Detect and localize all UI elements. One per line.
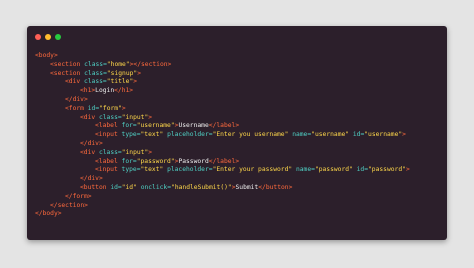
code-token: for= <box>121 122 137 130</box>
code-token: </body> <box>35 210 62 218</box>
code-token: "home" <box>106 60 130 68</box>
code-token: <input <box>95 166 122 174</box>
code-token: name= <box>292 131 312 139</box>
code-token: </label> <box>208 122 240 130</box>
code-token: <section <box>50 60 85 68</box>
code-token: > <box>402 131 406 139</box>
code-token: "form" <box>99 104 122 112</box>
code-line: </form> <box>35 193 410 202</box>
code-token: </div> <box>65 95 88 103</box>
code-token: "Enter you username" <box>212 131 293 139</box>
maximize-dot-icon[interactable] <box>55 34 61 40</box>
code-line: <body> <box>35 52 410 61</box>
close-dot-icon[interactable] <box>35 34 41 40</box>
code-token: for= <box>121 157 137 165</box>
code-line: <label for="username">Username</label> <box>35 122 410 131</box>
code-token: </label> <box>208 157 240 165</box>
code-token: type= <box>121 131 141 139</box>
code-token: "username" <box>136 122 175 130</box>
code-token: class= <box>98 113 122 121</box>
code-token: id= <box>356 166 369 174</box>
code-line: <div class="input"> <box>35 149 410 158</box>
code-line: <input type="text" placeholder="Enter yo… <box>35 166 410 175</box>
code-token: "signup" <box>106 69 138 77</box>
code-token: <label <box>95 157 122 165</box>
code-token: id= <box>352 131 365 139</box>
window-controls <box>35 34 65 40</box>
code-line: </div> <box>35 140 410 149</box>
code-token: <button <box>80 183 111 191</box>
code-token: </form> <box>65 192 92 200</box>
code-token: </h1> <box>114 87 134 95</box>
code-line: <section class="signup"> <box>35 70 410 79</box>
code-token: > <box>137 69 142 77</box>
code-line: <section class="home"></section> <box>35 61 410 70</box>
code-token: id= <box>110 183 122 191</box>
code-token: placeholder= <box>167 166 213 174</box>
code-token: <div <box>80 113 99 121</box>
code-line: <button id="id" onclick="handleSubmit()"… <box>35 184 410 193</box>
code-token: class= <box>98 148 122 156</box>
code-line: <form id="form"> <box>35 105 410 114</box>
code-token: "title" <box>106 78 134 86</box>
code-token: </div> <box>80 139 103 147</box>
code-token: <label <box>95 122 122 130</box>
code-token: name= <box>295 166 315 174</box>
code-token: <form <box>65 104 88 112</box>
code-token: <section <box>50 69 85 77</box>
code-token: <div <box>80 148 99 156</box>
code-token: </section> <box>50 201 88 209</box>
code-token: > <box>133 78 138 86</box>
code-token: <div <box>65 78 84 86</box>
code-token: "username" <box>311 131 353 139</box>
code-line: <label for="password">Password</label> <box>35 158 410 167</box>
code-token: Username <box>178 122 209 130</box>
code-token: > <box>121 104 126 112</box>
code-line: </body> <box>35 210 410 219</box>
code-token: class= <box>84 60 107 68</box>
code-line: </div> <box>35 96 410 105</box>
code-token: id= <box>87 104 100 112</box>
code-line: </div> <box>35 175 410 184</box>
code-line: <input type="text" placeholder="Enter yo… <box>35 131 410 140</box>
code-token: class= <box>83 78 107 86</box>
code-token: "handleSubmit()" <box>171 183 232 191</box>
code-window: <body> <section class="home"></section> <s… <box>27 26 447 240</box>
code-token: Password <box>178 157 209 165</box>
code-token: Login <box>95 87 115 95</box>
code-token: "input" <box>121 113 149 121</box>
code-block: <body> <section class="home"></section> <s… <box>35 52 410 219</box>
code-token: placeholder= <box>167 131 213 139</box>
code-token: "Enter your password" <box>212 166 296 174</box>
code-line: <h1>Login</h1> <box>35 87 410 96</box>
code-token: type= <box>121 166 141 174</box>
code-token: <h1> <box>80 87 96 95</box>
code-token: "text" <box>140 166 168 174</box>
code-token: onclick= <box>140 183 172 191</box>
code-token: "password" <box>368 166 406 174</box>
code-token: > <box>405 166 410 174</box>
code-line: <div class="input"> <box>35 114 410 123</box>
code-token: <input <box>95 131 122 139</box>
code-token: </div> <box>80 175 103 183</box>
code-token: > <box>148 113 153 121</box>
code-token: class= <box>84 69 107 77</box>
code-token: "password" <box>136 157 175 165</box>
code-line: <div class="title"> <box>35 78 410 87</box>
code-token: </button> <box>258 183 293 191</box>
code-token: "id" <box>121 183 141 191</box>
code-token: "input" <box>121 148 149 156</box>
code-token: "username" <box>364 131 403 139</box>
code-token: <body> <box>35 52 58 59</box>
minimize-dot-icon[interactable] <box>45 34 51 40</box>
code-token: Submit <box>235 183 259 191</box>
code-line: </section> <box>35 202 410 211</box>
code-token: ></section> <box>129 60 172 68</box>
code-token: "password" <box>314 166 357 174</box>
code-token: "text" <box>140 131 168 139</box>
code-token: > <box>148 148 153 156</box>
